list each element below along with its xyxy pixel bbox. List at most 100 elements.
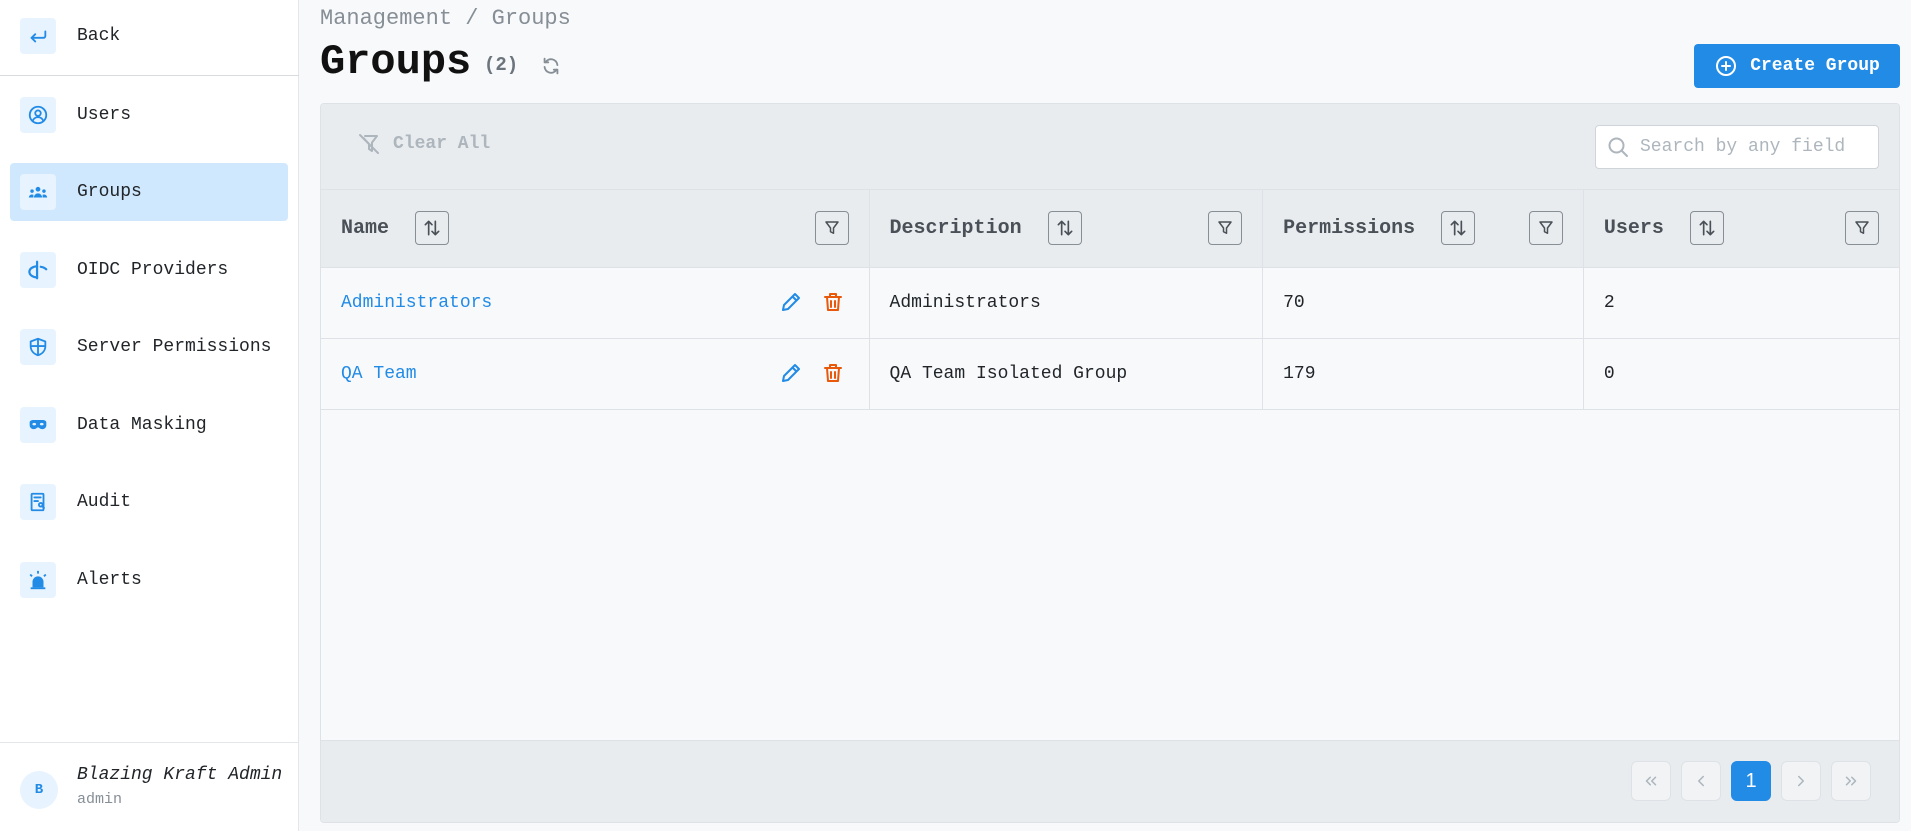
user-role: admin bbox=[77, 791, 123, 808]
sidebar-item-label: Audit bbox=[77, 492, 132, 512]
table-header-row: Name Description Permissions Users bbox=[321, 190, 1899, 268]
sidebar-item-label: OIDC Providers bbox=[77, 260, 229, 280]
current-page-button[interactable]: 1 bbox=[1731, 761, 1771, 801]
refresh-button[interactable] bbox=[538, 53, 564, 79]
report-icon bbox=[20, 484, 56, 520]
sort-arrows-icon bbox=[1057, 220, 1073, 236]
sidebar-item-label: Server Permissions bbox=[77, 337, 272, 357]
pencil-icon bbox=[781, 363, 800, 382]
column-label: Name bbox=[341, 216, 390, 240]
table-row: QA Team QA Team Isolated Group 179 0 bbox=[321, 338, 1899, 410]
groups-table: Name Description Permissions Users Admin… bbox=[321, 190, 1899, 410]
sort-arrows-icon bbox=[1699, 220, 1715, 236]
column-header-description: Description bbox=[869, 190, 1264, 268]
sidebar-item-groups[interactable]: Groups bbox=[10, 163, 288, 221]
sidebar-item-label: Data Masking bbox=[77, 415, 207, 435]
search-box[interactable] bbox=[1595, 125, 1879, 169]
pencil-icon bbox=[781, 292, 800, 311]
sidebar-item-label: Users bbox=[77, 105, 132, 125]
mask-icon bbox=[20, 407, 56, 443]
avatar: B bbox=[20, 771, 58, 809]
prev-page-button[interactable] bbox=[1681, 761, 1721, 801]
column-header-users: Users bbox=[1583, 190, 1899, 268]
group-name-link[interactable]: QA Team bbox=[341, 364, 417, 384]
cell-users: 0 bbox=[1583, 338, 1899, 410]
next-page-button[interactable] bbox=[1781, 761, 1821, 801]
table-toolbar: Clear All bbox=[321, 104, 1899, 190]
back-label: Back bbox=[77, 26, 121, 46]
sort-arrows-icon bbox=[1450, 220, 1466, 236]
sidebar-item-label: Groups bbox=[77, 182, 142, 202]
page-title: Groups bbox=[320, 38, 472, 86]
sort-button[interactable] bbox=[415, 211, 450, 246]
chevron-left-icon bbox=[1698, 775, 1704, 787]
cell-users: 2 bbox=[1583, 267, 1899, 339]
breadcrumb: Management / Groups bbox=[320, 6, 571, 31]
sort-button[interactable] bbox=[1047, 211, 1082, 246]
filter-icon bbox=[1539, 221, 1553, 234]
edit-button[interactable] bbox=[779, 361, 803, 385]
sort-button[interactable] bbox=[1441, 211, 1476, 246]
search-icon bbox=[1608, 137, 1628, 157]
chevrons-right-icon bbox=[1845, 776, 1857, 786]
create-group-button[interactable]: Create Group bbox=[1694, 44, 1900, 88]
group-name-link[interactable]: Administrators bbox=[341, 293, 492, 313]
pagination: 1 bbox=[1631, 761, 1871, 801]
search-input[interactable] bbox=[1640, 137, 1860, 157]
cell-description: QA Team Isolated Group bbox=[869, 338, 1264, 410]
create-group-label: Create Group bbox=[1750, 56, 1880, 76]
cell-description: Administrators bbox=[869, 267, 1264, 339]
cell-name: QA Team bbox=[321, 338, 870, 410]
chevron-right-icon bbox=[1798, 775, 1804, 787]
arrow-back-icon bbox=[20, 18, 56, 54]
sort-arrows-icon bbox=[424, 220, 440, 236]
clear-all-label: Clear All bbox=[393, 134, 491, 154]
filter-button[interactable] bbox=[1528, 211, 1563, 245]
shield-icon bbox=[20, 329, 56, 365]
group-count: (2) bbox=[484, 54, 519, 76]
user-profile[interactable]: B Blazing Kraft Admin admin bbox=[0, 742, 299, 831]
edit-button[interactable] bbox=[779, 290, 803, 314]
cell-name: Administrators bbox=[321, 267, 870, 339]
sidebar-item-server-permissions[interactable]: Server Permissions bbox=[10, 318, 288, 376]
filter-button[interactable] bbox=[1208, 211, 1243, 245]
column-header-permissions: Permissions bbox=[1262, 190, 1584, 268]
row-actions bbox=[779, 290, 845, 314]
users-group-icon bbox=[20, 174, 56, 210]
column-header-name: Name bbox=[321, 190, 870, 268]
circle-plus-icon bbox=[1716, 56, 1737, 76]
filter-off-icon bbox=[359, 134, 379, 154]
cell-permissions: 179 bbox=[1262, 338, 1584, 410]
back-button[interactable]: Back bbox=[10, 7, 288, 65]
row-actions bbox=[779, 361, 845, 385]
sidebar-item-audit[interactable]: Audit bbox=[10, 473, 288, 531]
filter-icon bbox=[824, 221, 839, 234]
sidebar-item-data-masking[interactable]: Data Masking bbox=[10, 396, 288, 454]
first-page-button[interactable] bbox=[1631, 761, 1671, 801]
filter-icon bbox=[1855, 221, 1869, 234]
filter-button[interactable] bbox=[814, 211, 849, 245]
groups-table-panel: Clear All Name Description bbox=[320, 103, 1900, 823]
delete-button[interactable] bbox=[821, 290, 845, 314]
trash-icon bbox=[823, 292, 842, 311]
sidebar: Back Users Groups OIDC Providers Server … bbox=[0, 0, 299, 831]
table-footer: 1 bbox=[321, 740, 1899, 822]
clear-all-button[interactable]: Clear All bbox=[357, 132, 490, 156]
sort-button[interactable] bbox=[1689, 211, 1724, 246]
column-label: Permissions bbox=[1283, 216, 1416, 240]
refresh-icon bbox=[543, 57, 559, 75]
sidebar-item-alerts[interactable]: Alerts bbox=[10, 551, 288, 609]
sidebar-item-oidc-providers[interactable]: OIDC Providers bbox=[10, 241, 288, 299]
filter-icon bbox=[1218, 221, 1232, 234]
last-page-button[interactable] bbox=[1831, 761, 1871, 801]
alarm-icon bbox=[20, 562, 56, 598]
user-circle-icon bbox=[20, 97, 56, 133]
sidebar-item-users[interactable]: Users bbox=[10, 86, 288, 144]
delete-button[interactable] bbox=[821, 361, 845, 385]
filter-button[interactable] bbox=[1845, 211, 1879, 245]
table-row: Administrators Administrators 70 2 bbox=[321, 267, 1899, 339]
column-label: Description bbox=[889, 216, 1022, 240]
sidebar-item-label: Alerts bbox=[77, 570, 142, 590]
column-label: Users bbox=[1603, 216, 1664, 240]
brand-openid-icon bbox=[20, 252, 56, 288]
